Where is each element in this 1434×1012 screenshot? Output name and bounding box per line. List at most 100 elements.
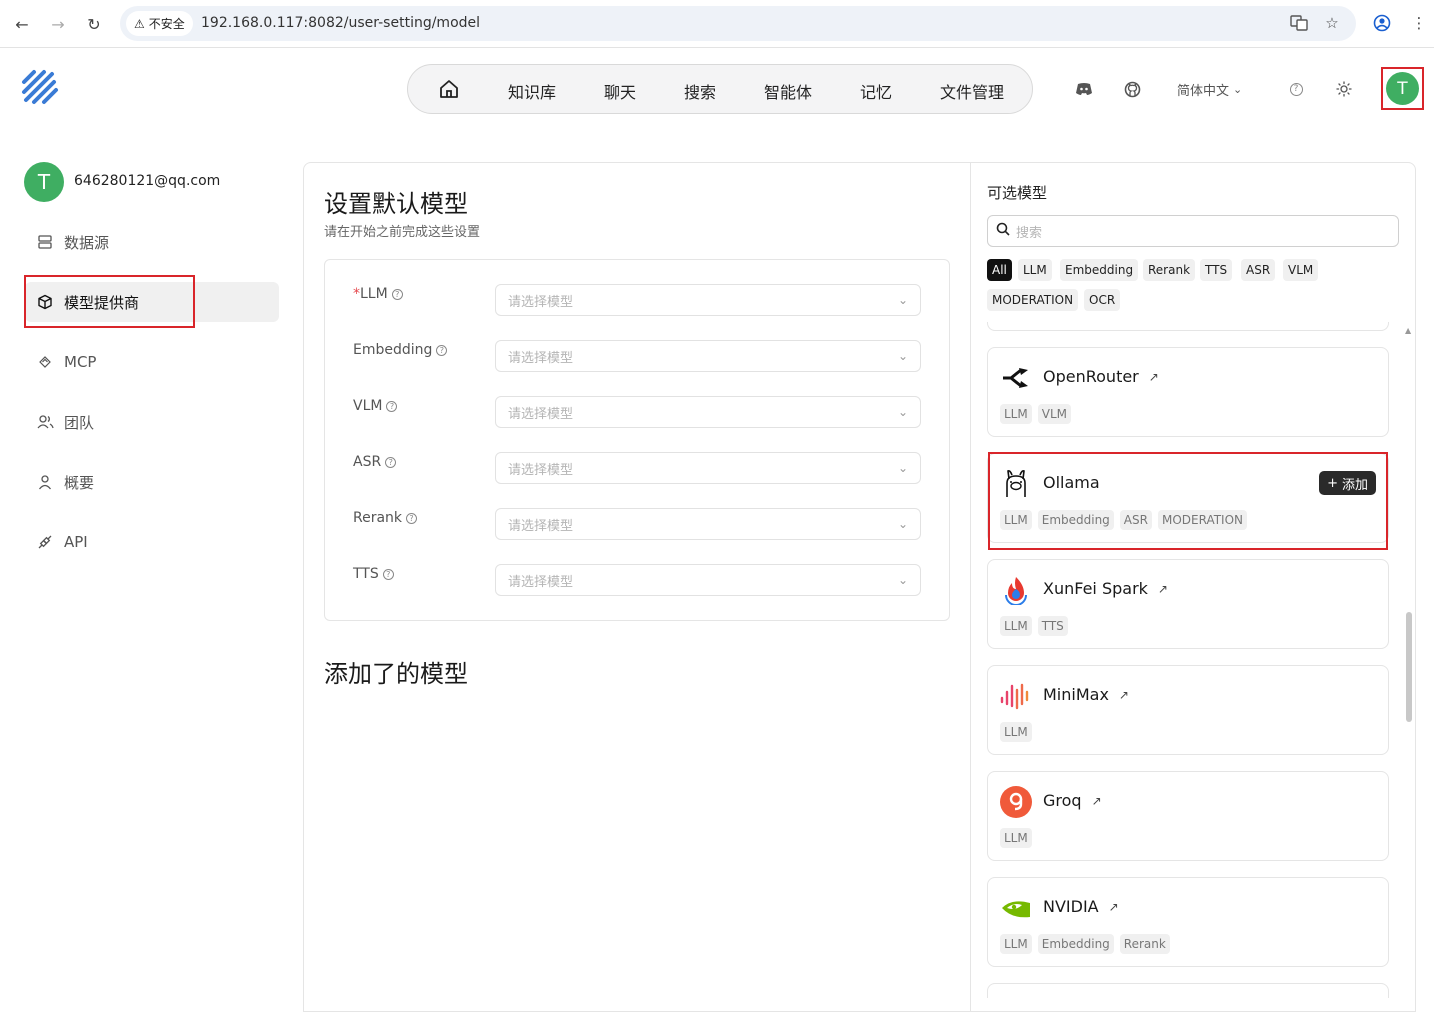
bookmark-star-icon[interactable]: ☆ bbox=[1321, 12, 1343, 34]
mcp-icon bbox=[36, 353, 54, 371]
tag: LLM bbox=[1000, 404, 1032, 424]
forward-icon[interactable]: → bbox=[46, 12, 70, 36]
tts-label: TTS ? bbox=[353, 566, 394, 582]
llm-label: *LLM ? bbox=[353, 286, 403, 302]
search-input[interactable]: 搜索 bbox=[987, 215, 1399, 247]
provider-card-groq[interactable]: Groq ↗ LLM bbox=[987, 771, 1389, 861]
sidebar-item-label: 概要 bbox=[64, 473, 95, 492]
tag: VLM bbox=[1037, 404, 1071, 424]
tag: Rerank bbox=[1119, 934, 1170, 954]
external-link-icon[interactable]: ↗ bbox=[1119, 688, 1129, 702]
filter-moderation[interactable]: MODERATION bbox=[987, 289, 1079, 311]
language-selector[interactable]: 简体中文 ⌄ bbox=[1177, 80, 1242, 99]
tag: LLM bbox=[1000, 828, 1032, 848]
rerank-model-select[interactable]: 请选择模型 ⌄ bbox=[495, 508, 921, 540]
user-icon bbox=[36, 473, 54, 491]
back-icon[interactable]: ← bbox=[10, 12, 34, 36]
address-bar[interactable]: ⚠ 不安全 192.168.0.117:8082/user-setting/mo… bbox=[120, 6, 1356, 41]
sidebar-item-mcp[interactable]: MCP bbox=[36, 342, 96, 382]
nav-chat[interactable]: 聊天 bbox=[604, 79, 636, 103]
help-icon[interactable]: ? bbox=[1286, 79, 1306, 99]
app-logo[interactable] bbox=[20, 68, 62, 110]
provider-card-openrouter[interactable]: OpenRouter ↗ LLM VLM bbox=[987, 347, 1389, 437]
chevron-down-icon: ⌄ bbox=[897, 517, 908, 531]
nav-agent[interactable]: 智能体 bbox=[764, 79, 812, 103]
page-title: 设置默认模型 bbox=[324, 190, 468, 218]
asr-label: ASR ? bbox=[353, 454, 397, 470]
filter-ocr[interactable]: OCR bbox=[1084, 289, 1121, 311]
security-badge[interactable]: ⚠ 不安全 bbox=[126, 11, 193, 36]
asr-model-select[interactable]: 请选择模型 ⌄ bbox=[495, 452, 921, 484]
scrollbar-thumb[interactable] bbox=[1406, 612, 1412, 722]
previous-card-edge bbox=[987, 322, 1389, 331]
filter-rerank[interactable]: Rerank bbox=[1143, 259, 1196, 281]
provider-card-minimax[interactable]: MiniMax ↗ LLM bbox=[987, 665, 1389, 755]
user-avatar-button[interactable]: T bbox=[1381, 67, 1424, 110]
chevron-down-icon: ⌄ bbox=[1233, 83, 1243, 96]
chevron-down-icon: ⌄ bbox=[897, 405, 908, 419]
help-icon[interactable]: ? bbox=[436, 344, 448, 356]
browser-toolbar: ← → ↻ ⚠ 不安全 192.168.0.117:8082/user-sett… bbox=[0, 0, 1434, 48]
provider-name: Groq bbox=[1043, 791, 1082, 810]
nav-memory[interactable]: 记忆 bbox=[860, 79, 892, 103]
nav-file-management[interactable]: 文件管理 bbox=[940, 79, 1004, 103]
filter-all[interactable]: All bbox=[987, 259, 1012, 281]
sidebar-item-team[interactable]: 团队 bbox=[36, 402, 94, 442]
filter-asr[interactable]: ASR bbox=[1241, 259, 1276, 281]
github-icon[interactable] bbox=[1122, 79, 1142, 99]
nav-search[interactable]: 搜索 bbox=[684, 79, 716, 103]
help-icon[interactable]: ? bbox=[382, 568, 394, 580]
provider-name: OpenRouter bbox=[1043, 367, 1139, 386]
provider-card-partial[interactable] bbox=[987, 983, 1389, 998]
provider-card-nvidia[interactable]: NVIDIA ↗ LLM Embedding Rerank bbox=[987, 877, 1389, 967]
provider-name: XunFei Spark bbox=[1043, 579, 1148, 598]
tag: LLM bbox=[1000, 616, 1032, 636]
provider-card-xunfei-spark[interactable]: XunFei Spark ↗ LLM TTS bbox=[987, 559, 1389, 649]
discord-icon[interactable] bbox=[1074, 79, 1094, 99]
groq-logo-icon bbox=[1000, 786, 1032, 818]
sidebar-item-profile[interactable]: 概要 bbox=[36, 462, 94, 502]
filter-embedding[interactable]: Embedding bbox=[1060, 259, 1139, 281]
xunfei-logo-icon bbox=[1000, 574, 1032, 606]
external-link-icon[interactable]: ↗ bbox=[1149, 370, 1159, 384]
tag: TTS bbox=[1037, 616, 1068, 636]
tts-model-select[interactable]: 请选择模型 ⌄ bbox=[495, 564, 921, 596]
browser-menu-icon[interactable]: ⋮ bbox=[1408, 12, 1430, 34]
filter-tts[interactable]: TTS bbox=[1200, 259, 1233, 281]
external-link-icon[interactable]: ↗ bbox=[1158, 582, 1168, 596]
reload-icon[interactable]: ↻ bbox=[82, 12, 106, 36]
help-icon[interactable]: ? bbox=[385, 456, 397, 468]
url-text[interactable]: 192.168.0.117:8082/user-setting/model bbox=[201, 15, 480, 31]
top-navigation: 知识库 聊天 搜索 智能体 记忆 文件管理 bbox=[407, 64, 1033, 114]
help-icon[interactable]: ? bbox=[386, 400, 398, 412]
provider-name: NVIDIA bbox=[1043, 897, 1099, 916]
embedding-model-select[interactable]: 请选择模型 ⌄ bbox=[495, 340, 921, 372]
user-email: 646280121@qq.com bbox=[74, 173, 221, 189]
sidebar-item-label: API bbox=[64, 533, 88, 551]
team-icon bbox=[36, 413, 54, 431]
external-link-icon[interactable]: ↗ bbox=[1092, 794, 1102, 808]
home-icon[interactable] bbox=[438, 78, 460, 104]
vlm-model-select[interactable]: 请选择模型 ⌄ bbox=[495, 396, 921, 428]
nav-knowledge-base[interactable]: 知识库 bbox=[508, 79, 556, 103]
tag: LLM bbox=[1000, 722, 1032, 742]
scroll-up-icon[interactable]: ▲ bbox=[1405, 326, 1411, 335]
llm-model-select[interactable]: 请选择模型 ⌄ bbox=[495, 284, 921, 316]
theme-sun-icon[interactable] bbox=[1334, 79, 1354, 99]
tag: LLM bbox=[1000, 934, 1032, 954]
external-link-icon[interactable]: ↗ bbox=[1109, 900, 1119, 914]
warning-icon: ⚠ bbox=[134, 16, 145, 31]
search-icon bbox=[996, 222, 1010, 240]
sidebar-item-data-source[interactable]: 数据源 bbox=[36, 222, 109, 262]
help-icon[interactable]: ? bbox=[391, 288, 403, 300]
highlight-box bbox=[988, 452, 1388, 550]
nvidia-logo-icon bbox=[1000, 892, 1032, 924]
vlm-label: VLM ? bbox=[353, 398, 398, 414]
language-label: 简体中文 bbox=[1177, 84, 1230, 99]
sidebar-item-api[interactable]: API bbox=[36, 522, 88, 562]
profile-icon[interactable] bbox=[1371, 12, 1393, 34]
filter-llm[interactable]: LLM bbox=[1018, 259, 1052, 281]
help-icon[interactable]: ? bbox=[406, 512, 418, 524]
filter-vlm[interactable]: VLM bbox=[1283, 259, 1319, 281]
translate-icon[interactable] bbox=[1288, 12, 1310, 34]
